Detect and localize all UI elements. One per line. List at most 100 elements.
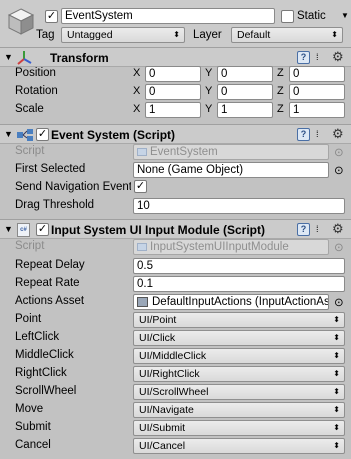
transform-body: Position X 0 Y 0 Z 0 Rotation X 0 Y 0 Z … [0, 66, 351, 123]
tag-dropdown[interactable]: Untagged ⬍ [61, 27, 185, 43]
event-system-icon [16, 128, 34, 142]
move-dropdown[interactable]: UI/Navigate ⬍ [133, 402, 345, 418]
repeat-rate-field[interactable]: 0.1 [133, 276, 345, 292]
help-icon[interactable]: ? [297, 51, 310, 64]
tag-dropdown-arrow: ⬍ [173, 30, 180, 39]
scale-y-field[interactable]: 1 [217, 102, 273, 118]
position-y-field[interactable]: 0 [217, 66, 273, 82]
axis-z-label: Z [277, 85, 284, 97]
preset-icon[interactable]: ⁞ [316, 128, 319, 141]
active-checkbox[interactable]: ✓ [45, 10, 58, 23]
drag-threshold-field[interactable]: 10 [133, 198, 345, 214]
layer-dropdown[interactable]: Default ⬍ [231, 27, 343, 43]
left-click-dropdown[interactable]: UI/Click ⬍ [133, 330, 345, 346]
event-system-body: Script EventSystem ⊙ First Selected None… [0, 144, 351, 216]
repeat-delay-label: Repeat Delay [15, 259, 85, 271]
gameobject-name-field[interactable]: EventSystem [61, 8, 275, 24]
actions-asset-field[interactable]: DefaultInputActions (InputActionAsset) [133, 294, 329, 310]
gameobject-cube-icon [6, 6, 36, 36]
position-z-field[interactable]: 0 [289, 66, 345, 82]
input-module-enabled-checkbox[interactable]: ✓ [36, 223, 49, 236]
input-module-body: Script InputSystemUIInputModule ⊙ Repeat… [0, 239, 351, 459]
input-module-title: Input System UI Input Module (Script) [51, 223, 265, 237]
event-system-enabled-checkbox[interactable]: ✓ [36, 128, 49, 141]
gear-icon[interactable]: ⚙ [332, 222, 344, 236]
dropdown-arrow-icon: ⬍ [333, 405, 340, 414]
cancel-label: Cancel [15, 439, 51, 451]
cancel-dropdown[interactable]: UI/Cancel ⬍ [133, 438, 345, 454]
rotation-x-field[interactable]: 0 [145, 84, 201, 100]
static-label: Static [297, 10, 326, 22]
object-picker-icon: ⊙ [334, 147, 344, 159]
middle-click-label: MiddleClick [15, 349, 74, 361]
preset-icon[interactable]: ⁞ [316, 223, 319, 236]
transform-header[interactable]: ▼ Transform ? ⁞ ⚙ [0, 47, 351, 67]
repeat-delay-field[interactable]: 0.5 [133, 258, 345, 274]
axis-z-label: Z [277, 103, 284, 115]
transform-title: Transform [50, 51, 109, 65]
event-system-title: Event System (Script) [51, 128, 176, 142]
position-label: Position [15, 67, 56, 79]
script-icon [137, 243, 147, 251]
point-label: Point [15, 313, 42, 325]
script-icon [137, 148, 147, 156]
rotation-z-field[interactable]: 0 [289, 84, 345, 100]
fold-arrow-icon[interactable]: ▼ [4, 224, 13, 234]
point-dropdown[interactable]: UI/Point ⬍ [133, 312, 345, 328]
layer-dropdown-arrow: ⬍ [331, 30, 338, 39]
static-checkbox[interactable] [281, 10, 294, 23]
axis-y-label: Y [205, 67, 213, 79]
script-file-icon: c# [17, 223, 30, 237]
scale-label: Scale [15, 103, 44, 115]
rotation-label: Rotation [15, 85, 58, 97]
transform-icon [16, 50, 32, 66]
axis-z-label: Z [277, 67, 284, 79]
middle-click-dropdown[interactable]: UI/MiddleClick ⬍ [133, 348, 345, 364]
first-selected-field[interactable]: None (Game Object) [133, 162, 329, 178]
gear-icon[interactable]: ⚙ [332, 50, 344, 64]
layer-label: Layer [193, 29, 222, 41]
actions-asset-label: Actions Asset [15, 295, 85, 307]
submit-dropdown[interactable]: UI/Submit ⬍ [133, 420, 345, 436]
input-actions-asset-icon [137, 297, 148, 307]
scroll-wheel-label: ScrollWheel [15, 385, 77, 397]
help-icon[interactable]: ? [297, 128, 310, 141]
gameobject-header: ✓ EventSystem Static ▼ Tag Untagged ⬍ Lay… [0, 0, 351, 48]
script-field: EventSystem [133, 144, 329, 160]
repeat-rate-label: Repeat Rate [15, 277, 80, 289]
gear-icon[interactable]: ⚙ [332, 127, 344, 141]
first-selected-label: First Selected [15, 163, 86, 175]
dropdown-arrow-icon: ⬍ [333, 423, 340, 432]
dropdown-arrow-icon: ⬍ [333, 387, 340, 396]
move-label: Move [15, 403, 44, 415]
position-x-field[interactable]: 0 [145, 66, 201, 82]
axis-x-label: X [133, 103, 141, 115]
dropdown-arrow-icon: ⬍ [333, 369, 340, 378]
scale-x-field[interactable]: 1 [145, 102, 201, 118]
event-system-header[interactable]: ▼ ✓ Event System (Script) ? ⁞ ⚙ [0, 124, 351, 144]
object-picker-icon: ⊙ [334, 242, 344, 254]
axis-y-label: Y [205, 103, 213, 115]
dropdown-arrow-icon: ⬍ [333, 315, 340, 324]
help-icon[interactable]: ? [297, 223, 310, 236]
input-module-header[interactable]: ▼ c# ✓ Input System UI Input Module (Scr… [0, 219, 351, 239]
script-field: InputSystemUIInputModule [133, 239, 329, 255]
tag-label: Tag [36, 29, 55, 41]
preset-icon[interactable]: ⁞ [316, 51, 319, 64]
scale-z-field[interactable]: 1 [289, 102, 345, 118]
left-click-label: LeftClick [15, 331, 60, 343]
scroll-wheel-dropdown[interactable]: UI/ScrollWheel ⬍ [133, 384, 345, 400]
object-picker-icon[interactable]: ⊙ [334, 163, 344, 177]
send-navigation-label: Send Navigation Events [15, 181, 131, 193]
submit-label: Submit [15, 421, 51, 433]
fold-arrow-icon[interactable]: ▼ [4, 129, 13, 139]
fold-arrow-icon[interactable]: ▼ [4, 52, 13, 62]
right-click-dropdown[interactable]: UI/RightClick ⬍ [133, 366, 345, 382]
static-dropdown-arrow[interactable]: ▼ [341, 11, 349, 20]
send-navigation-checkbox[interactable]: ✓ [134, 180, 147, 193]
axis-x-label: X [133, 85, 141, 97]
rotation-y-field[interactable]: 0 [217, 84, 273, 100]
object-picker-icon[interactable]: ⊙ [334, 295, 344, 309]
dropdown-arrow-icon: ⬍ [333, 441, 340, 450]
script-label: Script [15, 145, 45, 157]
